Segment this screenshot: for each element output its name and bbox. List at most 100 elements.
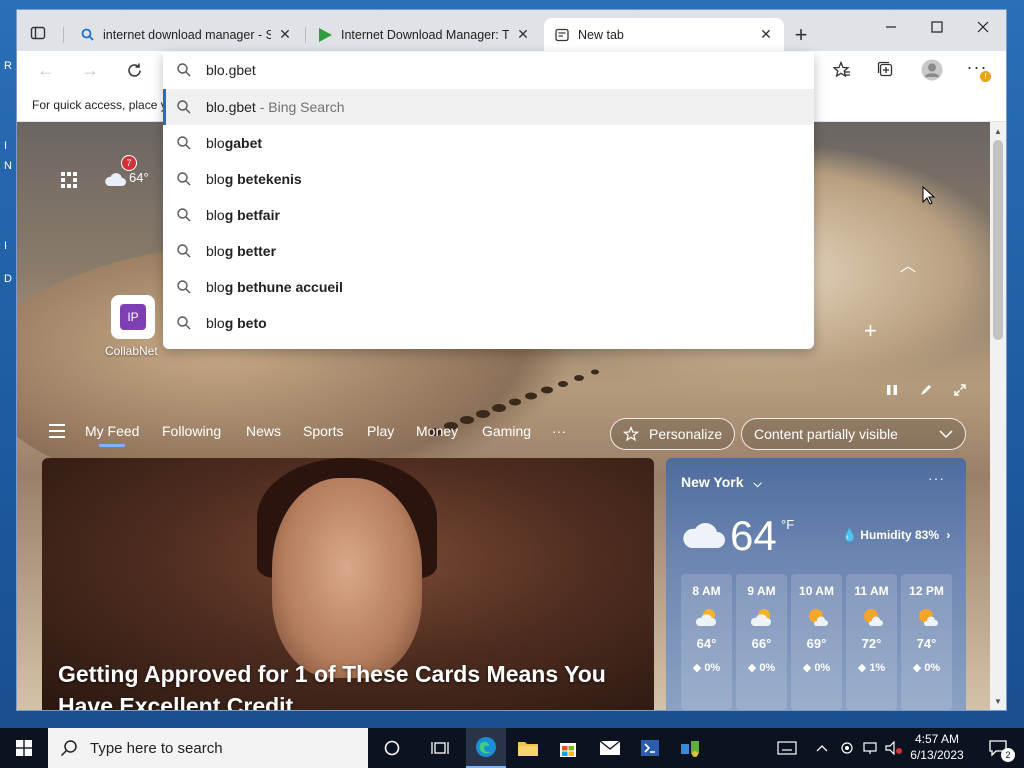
- feed-more-button[interactable]: ···: [552, 423, 566, 439]
- powershell-icon[interactable]: [630, 728, 670, 768]
- mostly-sunny-icon: [791, 598, 842, 636]
- new-tab-button[interactable]: +: [789, 22, 813, 47]
- task-view-icon[interactable]: [420, 728, 460, 768]
- suggestion-item[interactable]: blog betfair: [163, 197, 814, 233]
- apps-grid-icon[interactable]: [59, 170, 79, 190]
- chevron-up-icon[interactable]: [810, 728, 834, 768]
- file-explorer-icon[interactable]: [508, 728, 548, 768]
- desktop-fragment: I: [4, 140, 8, 152]
- chevron-up-icon[interactable]: ︿: [900, 252, 916, 276]
- back-button[interactable]: ←: [33, 57, 59, 83]
- feed-tab-news[interactable]: News: [246, 423, 281, 439]
- tab-actions-icon[interactable]: [27, 22, 49, 44]
- system-clock[interactable]: 4:57 AM 6/13/2023: [906, 731, 968, 763]
- collections-icon[interactable]: [873, 57, 899, 83]
- weather-cloud-icon[interactable]: [103, 168, 127, 190]
- network-status-icon[interactable]: [860, 728, 882, 768]
- network-app-icon[interactable]: [670, 728, 710, 768]
- pause-icon[interactable]: [882, 380, 902, 400]
- humidity-link[interactable]: 💧 Humidity 83% ›: [842, 528, 950, 542]
- menu-icon[interactable]: [49, 424, 65, 438]
- maximize-button[interactable]: [914, 12, 960, 42]
- address-bar[interactable]: blo.gbet: [163, 52, 814, 88]
- store-icon[interactable]: [548, 728, 588, 768]
- feed-tab-following[interactable]: Following: [162, 423, 221, 439]
- search-icon: [177, 208, 191, 222]
- scroll-up-arrow[interactable]: ▲: [990, 124, 1006, 138]
- refresh-button[interactable]: [121, 57, 147, 83]
- hourly-forecast-item: 8 AM 64° ◆ 0%: [681, 574, 732, 710]
- tab-idm-search[interactable]: internet download manager - Se ✕: [69, 18, 303, 51]
- clock-date: 6/13/2023: [910, 748, 964, 762]
- settings-more-button[interactable]: ··· !: [964, 57, 991, 83]
- minimize-button[interactable]: [868, 12, 914, 42]
- chevron-down-icon: ⌵: [753, 478, 762, 490]
- quicklink-collabnet[interactable]: IP: [111, 295, 155, 339]
- search-icon: [177, 63, 191, 77]
- content-visibility-dropdown[interactable]: Content partially visible: [741, 418, 966, 450]
- hourly-forecast-item: 10 AM 69° ◆ 0%: [791, 574, 842, 710]
- suggestion-item[interactable]: blog betekenis: [163, 161, 814, 197]
- weather-card[interactable]: New York ⌵ ··· 64 °F 💧 Humidity 83% › 8 …: [666, 458, 966, 710]
- search-icon: [177, 136, 191, 150]
- droplet-icon: 💧: [842, 528, 857, 542]
- feed-tab-my-feed[interactable]: My Feed: [85, 423, 139, 447]
- cortana-icon[interactable]: [372, 728, 412, 768]
- personalize-label: Personalize: [649, 426, 723, 442]
- webcam-icon[interactable]: [836, 728, 858, 768]
- close-window-button[interactable]: [960, 12, 1006, 42]
- search-icon: [177, 172, 191, 186]
- expand-icon[interactable]: [950, 380, 970, 400]
- suggestion-item[interactable]: blog beto: [163, 305, 814, 341]
- keyboard-icon[interactable]: [770, 728, 804, 768]
- feed-tab-gaming[interactable]: Gaming: [482, 423, 531, 439]
- tab-separator: [63, 27, 64, 43]
- action-center-icon[interactable]: 2: [978, 728, 1018, 768]
- personalize-button[interactable]: Personalize: [610, 418, 736, 450]
- profile-avatar[interactable]: [919, 57, 945, 83]
- tab-idm-site[interactable]: Internet Download Manager: The ✕: [307, 18, 541, 51]
- suggestion-item[interactable]: blog better: [163, 233, 814, 269]
- desktop-fragment: R: [4, 60, 12, 72]
- start-button[interactable]: [0, 728, 48, 768]
- edge-taskbar-icon[interactable]: [466, 728, 506, 768]
- hourly-forecast: 8 AM 64° ◆ 0% 9 AM 66° ◆ 0% 10 AM 69° ◆ …: [681, 574, 952, 710]
- update-badge: !: [980, 71, 991, 82]
- forward-button[interactable]: →: [77, 57, 103, 83]
- mouse-cursor-icon: [922, 186, 936, 205]
- partly-cloudy-icon: [681, 598, 732, 636]
- settings-star-icon: [623, 426, 639, 442]
- notification-badge: 7: [121, 155, 137, 171]
- hero-article-title[interactable]: Getting Approved for 1 of These Cards Me…: [58, 658, 638, 710]
- suggestion-item[interactable]: blog bethune accueil: [163, 269, 814, 305]
- hourly-forecast-item: 9 AM 66° ◆ 0%: [736, 574, 787, 710]
- address-bar-input[interactable]: blo.gbet: [206, 62, 256, 78]
- tab-label: internet download manager - Se: [103, 27, 271, 42]
- add-shortcut-button[interactable]: +: [864, 318, 877, 344]
- scroll-down-arrow[interactable]: ▼: [990, 694, 1006, 708]
- weather-unit: °F: [781, 517, 795, 532]
- droplet-icon: ◆: [802, 662, 812, 674]
- weather-city[interactable]: New York ⌵: [681, 474, 762, 491]
- feed-tab-money[interactable]: Money: [416, 423, 458, 439]
- page-scrollbar[interactable]: ▲ ▼: [990, 122, 1006, 710]
- tab-separator: [305, 27, 306, 43]
- mail-icon[interactable]: [590, 728, 630, 768]
- favorites-icon[interactable]: [829, 57, 855, 83]
- volume-muted-icon[interactable]: [883, 728, 905, 768]
- brush-icon[interactable]: [916, 380, 936, 400]
- scrollbar-thumb[interactable]: [993, 140, 1003, 340]
- suggestion-item[interactable]: blo.gbet - Bing Search: [163, 89, 814, 125]
- close-icon[interactable]: ✕: [758, 26, 774, 43]
- tab-new-tab[interactable]: New tab ✕: [544, 18, 784, 51]
- suggestion-item[interactable]: blogabet: [163, 125, 814, 161]
- close-icon[interactable]: ✕: [277, 26, 293, 43]
- taskbar-search-box[interactable]: Type here to search: [48, 728, 368, 768]
- feed-tab-play[interactable]: Play: [367, 423, 394, 439]
- tab-strip: internet download manager - Se ✕ Interne…: [17, 10, 1006, 51]
- weather-more-icon[interactable]: ···: [928, 470, 945, 486]
- feed-tab-sports[interactable]: Sports: [303, 423, 343, 439]
- hero-article-card[interactable]: Getting Approved for 1 of These Cards Me…: [42, 458, 654, 710]
- close-icon[interactable]: ✕: [515, 26, 531, 43]
- search-icon: [79, 27, 95, 43]
